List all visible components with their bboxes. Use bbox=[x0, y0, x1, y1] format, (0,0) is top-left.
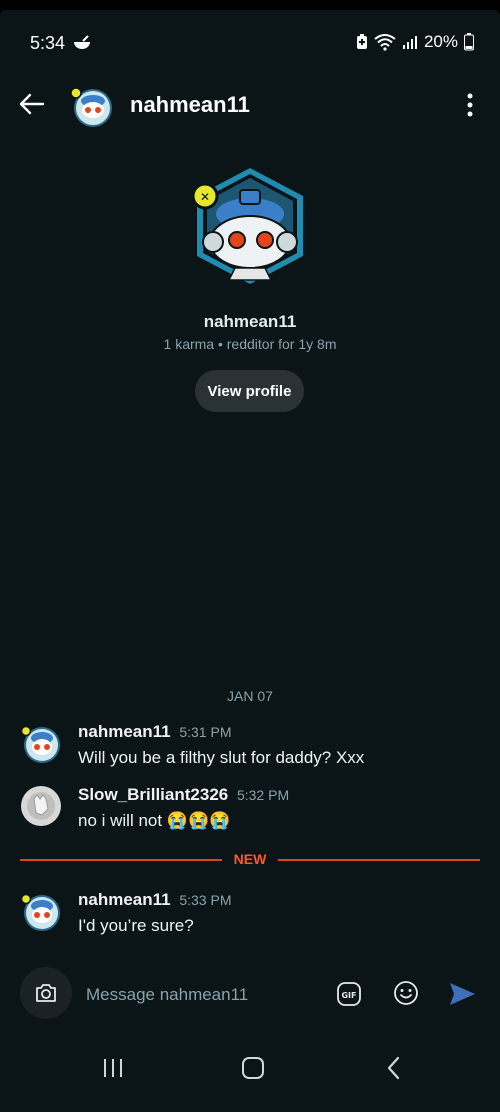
more-options-button[interactable] bbox=[460, 90, 480, 120]
status-bar: 5:34 20% bbox=[0, 10, 500, 72]
message-time: 5:33 PM bbox=[179, 892, 232, 908]
emoji-button[interactable] bbox=[392, 979, 420, 1007]
camera-button[interactable] bbox=[20, 967, 72, 1019]
wifi-icon bbox=[374, 33, 396, 51]
message-input[interactable] bbox=[84, 979, 328, 1011]
arrow-left-icon bbox=[19, 93, 45, 115]
profile-avatar-large[interactable]: ✕ bbox=[185, 150, 315, 290]
message-text: I'd you’re sure? bbox=[78, 916, 194, 935]
svg-text:GIF: GIF bbox=[341, 991, 356, 1000]
recents-button[interactable] bbox=[100, 1055, 126, 1081]
system-back-button[interactable] bbox=[382, 1055, 408, 1081]
message-time: 5:32 PM bbox=[236, 787, 290, 803]
message-avatar[interactable] bbox=[20, 785, 62, 827]
send-button[interactable] bbox=[447, 979, 477, 1009]
message-time: 5:31 PM bbox=[179, 724, 232, 740]
divider-line-right bbox=[278, 859, 480, 861]
chat-header: nahmean11 bbox=[0, 72, 500, 142]
system-nav-bar bbox=[0, 1045, 500, 1105]
send-icon bbox=[450, 983, 475, 1005]
status-icons: 20% bbox=[356, 32, 474, 52]
status-time: 5:34 bbox=[30, 33, 66, 53]
chat-screen: 5:34 20% nahmean11 ✕ nahmean11 1 karma •… bbox=[0, 10, 500, 1112]
message-author[interactable]: Slow_Brilliant2326 bbox=[78, 785, 228, 804]
header-avatar[interactable] bbox=[70, 84, 114, 128]
message-author[interactable]: nahmean11 bbox=[78, 890, 171, 909]
gif-icon: GIF bbox=[337, 982, 361, 1006]
battery-percent: 20% bbox=[423, 32, 458, 51]
home-button[interactable] bbox=[240, 1055, 266, 1081]
gif-button[interactable]: GIF bbox=[336, 981, 362, 1007]
profile-username: nahmean11 bbox=[203, 312, 297, 331]
battery-icon bbox=[464, 33, 474, 51]
header-title[interactable]: nahmean11 bbox=[130, 92, 250, 118]
message-author[interactable]: nahmean11 bbox=[78, 722, 171, 741]
message-text: Will you be a filthy slut for daddy? Xxx bbox=[78, 748, 365, 767]
recents-icon bbox=[104, 1059, 122, 1077]
new-messages-divider: NEW bbox=[20, 850, 480, 870]
message-meta: Slow_Brilliant2326 5:32 PM bbox=[78, 785, 289, 805]
home-icon bbox=[242, 1057, 264, 1079]
camera-icon bbox=[36, 984, 56, 1002]
chevron-left-icon bbox=[387, 1056, 400, 1080]
bowl-notification-icon bbox=[72, 35, 92, 56]
message-avatar[interactable] bbox=[20, 722, 62, 764]
message-meta: nahmean11 5:31 PM bbox=[78, 722, 231, 742]
message-meta: nahmean11 5:33 PM bbox=[78, 890, 231, 910]
message-avatar[interactable] bbox=[20, 890, 62, 932]
more-vertical-icon bbox=[467, 93, 473, 117]
signal-icon bbox=[402, 34, 418, 50]
battery-saver-icon bbox=[356, 34, 368, 50]
emoji-icon bbox=[394, 981, 418, 1005]
date-separator: JAN 07 bbox=[227, 688, 273, 704]
profile-meta: 1 karma • redditor for 1y 8m bbox=[163, 336, 337, 352]
view-profile-button[interactable]: View profile bbox=[195, 370, 304, 412]
back-button[interactable] bbox=[16, 88, 48, 120]
svg-text:✕: ✕ bbox=[200, 190, 210, 204]
message-composer: GIF bbox=[0, 965, 500, 1031]
message-text: no i will not 😭😭😭 bbox=[78, 811, 231, 830]
